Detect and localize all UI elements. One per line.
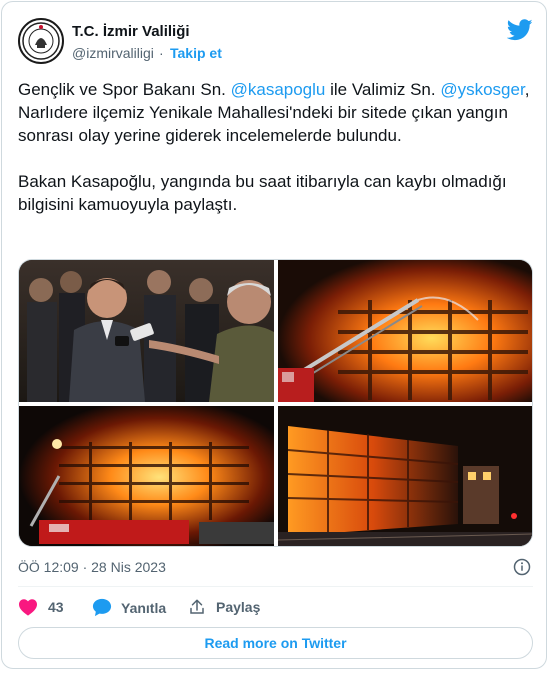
media-photo-4[interactable] <box>278 406 532 546</box>
photo-press-scene <box>19 260 274 402</box>
author-handle[interactable]: @izmirvaliligi <box>72 45 154 61</box>
media-photo-3[interactable] <box>19 406 274 546</box>
media-photo-1[interactable] <box>19 260 274 402</box>
read-more-button[interactable]: Read more on Twitter <box>18 627 533 659</box>
photo-burning-building <box>19 406 274 546</box>
info-icon[interactable] <box>513 558 531 576</box>
author-name[interactable]: T.C. İzmir Valiliği <box>72 23 190 40</box>
tweet-card: T.C. İzmir Valiliği @izmirvaliligi · Tak… <box>1 1 547 669</box>
avatar-seal-icon <box>22 22 60 60</box>
heart-icon <box>19 599 37 616</box>
mention-kasapoglu[interactable]: @kasapoglu <box>231 80 326 99</box>
divider <box>18 586 533 587</box>
share-button[interactable]: Paylaş <box>188 598 260 616</box>
avatar[interactable] <box>18 18 64 64</box>
follow-link[interactable]: Takip et <box>170 45 222 61</box>
tweet-text: Gençlik ve Spor Bakanı Sn. @kasapoglu il… <box>18 78 533 216</box>
tweet-timestamp[interactable]: ÖÖ 12:09 · 28 Nis 2023 <box>18 559 166 575</box>
media-photo-2[interactable] <box>278 260 532 402</box>
reply-button[interactable]: Yanıtla <box>92 598 166 617</box>
separator-dot: · <box>159 45 164 61</box>
tweet-text-paragraph-2: Bakan Kasapoğlu, yangında bu saat itibar… <box>18 172 512 214</box>
tweet-text-part: Gençlik ve Spor Bakanı Sn. <box>18 80 231 99</box>
photo-fire-ladder <box>278 260 532 402</box>
reply-bubble-icon <box>92 598 112 617</box>
like-button[interactable]: 43 <box>18 598 64 616</box>
twitter-bird-icon[interactable] <box>507 19 533 41</box>
media-grid <box>18 259 533 547</box>
tweet-text-part: ile Valimiz Sn. <box>325 80 441 99</box>
photo-building-street <box>278 406 532 546</box>
mention-yskosger[interactable]: @yskosger <box>440 80 524 99</box>
reply-label: Yanıtla <box>121 599 167 616</box>
share-icon <box>190 599 204 614</box>
share-label: Paylaş <box>216 599 261 615</box>
like-count: 43 <box>48 599 64 615</box>
